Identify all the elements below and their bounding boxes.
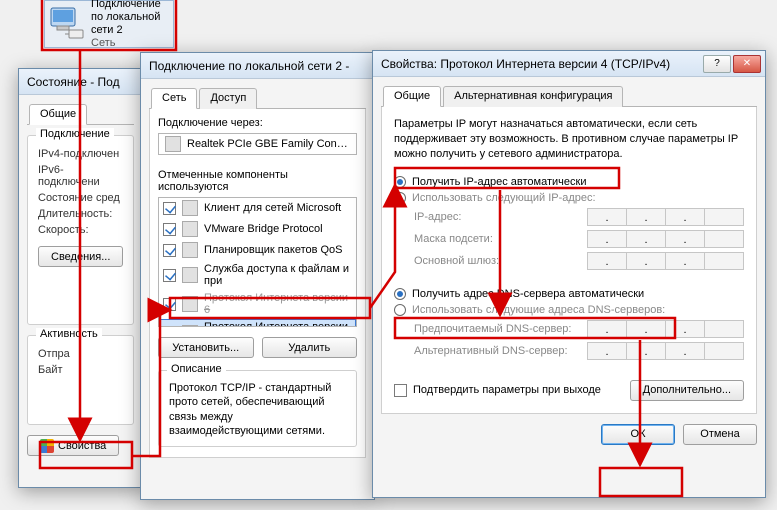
tab-alternative[interactable]: Альтернативная конфигурация bbox=[443, 86, 623, 107]
checkbox[interactable] bbox=[163, 327, 176, 328]
description-legend: Описание bbox=[167, 363, 226, 375]
dns2-field: ... bbox=[588, 342, 744, 360]
dns2-label: Альтернативный DNS-сервер: bbox=[414, 345, 582, 357]
speed-label: Скорость: bbox=[38, 224, 89, 236]
tab-general[interactable]: Общие bbox=[383, 86, 441, 107]
radio-dns-auto[interactable] bbox=[394, 288, 406, 300]
checkbox[interactable] bbox=[163, 202, 176, 215]
connection-sublabel: Сеть bbox=[91, 37, 171, 50]
list-item[interactable]: Протокол Интернета версии 6 bbox=[159, 290, 356, 319]
dns-manual-label: Использовать следующие адреса DNS-сервер… bbox=[412, 304, 665, 316]
ip-address-label: IP-адрес: bbox=[414, 211, 564, 223]
connection-icon bbox=[47, 4, 87, 44]
status-window: Состояние - Под Общие Подключение IPv4-п… bbox=[18, 68, 143, 488]
ip-manual-label: Использовать следующий IP-адрес: bbox=[412, 192, 596, 204]
duration-label: Длительность: bbox=[38, 208, 112, 220]
dns1-field: ... bbox=[588, 320, 744, 338]
remove-button[interactable]: Удалить bbox=[262, 337, 358, 358]
checkbox[interactable] bbox=[163, 298, 176, 311]
confirm-exit-checkbox[interactable] bbox=[394, 384, 407, 397]
connect-via-label: Подключение через: bbox=[158, 117, 357, 129]
service-icon bbox=[182, 221, 198, 237]
adapter-field[interactable]: Realtek PCIe GBE Family Controller # bbox=[158, 133, 357, 155]
advanced-button[interactable]: Дополнительно... bbox=[630, 380, 744, 401]
mask-label: Маска подсети: bbox=[414, 233, 564, 245]
status-titlebar[interactable]: Состояние - Под bbox=[19, 69, 142, 95]
status-title: Состояние - Под bbox=[27, 75, 138, 89]
connection-properties-window: Подключение по локальной сети 2 - Сеть Д… bbox=[140, 52, 375, 500]
checkbox[interactable] bbox=[163, 244, 176, 257]
network-connection-shortcut[interactable]: Подключение по локальной сети 2 Сеть bbox=[44, 0, 174, 48]
tab-access[interactable]: Доступ bbox=[199, 88, 257, 109]
install-button[interactable]: Установить... bbox=[158, 337, 254, 358]
details-button[interactable]: Сведения... bbox=[38, 246, 123, 267]
client-icon bbox=[182, 200, 198, 216]
media-label: Состояние сред bbox=[38, 192, 120, 204]
intro-text: Параметры IP могут назначаться автоматич… bbox=[394, 117, 744, 162]
connection-label: Подключение по локальной сети 2 bbox=[91, 0, 171, 37]
mask-field: ... bbox=[588, 230, 744, 248]
properties-button[interactable]: Свойства bbox=[27, 435, 119, 456]
gateway-field: ... bbox=[588, 252, 744, 270]
group-activity: Активность bbox=[36, 328, 102, 340]
components-list[interactable]: Клиент для сетей Microsoft VMware Bridge… bbox=[158, 197, 357, 327]
list-item[interactable]: Служба доступа к файлам и при bbox=[159, 261, 356, 290]
nic-icon bbox=[165, 136, 181, 152]
ip-address-field: ... bbox=[588, 208, 744, 226]
radio-ip-manual[interactable] bbox=[394, 192, 406, 204]
list-item[interactable]: Планировщик пакетов QoS bbox=[159, 240, 356, 261]
protocol-icon bbox=[182, 325, 198, 327]
close-button[interactable]: ✕ bbox=[733, 55, 761, 73]
checkbox[interactable] bbox=[163, 223, 176, 236]
cancel-button[interactable]: Отмена bbox=[683, 424, 757, 445]
list-item[interactable]: VMware Bridge Protocol bbox=[159, 219, 356, 240]
checkbox[interactable] bbox=[163, 269, 176, 282]
group-connection: Подключение bbox=[36, 128, 114, 140]
description-text: Протокол TCP/IP - стандартный прото сете… bbox=[169, 381, 346, 438]
ipv4-titlebar[interactable]: Свойства: Протокол Интернета версии 4 (T… bbox=[373, 51, 765, 77]
ok-button[interactable]: ОК bbox=[601, 424, 675, 445]
ip-auto-label: Получить IP-адрес автоматически bbox=[412, 176, 586, 188]
confirm-exit-label: Подтвердить параметры при выходе bbox=[413, 384, 601, 396]
sent-label: Отпра bbox=[38, 348, 70, 360]
help-button[interactable]: ? bbox=[703, 55, 731, 73]
list-item[interactable]: Клиент для сетей Microsoft bbox=[159, 198, 356, 219]
list-item-ipv4[interactable]: Протокол Интернета версии 4 ( bbox=[159, 319, 356, 327]
tab-general[interactable]: Общие bbox=[29, 104, 87, 125]
props-titlebar[interactable]: Подключение по локальной сети 2 - bbox=[141, 53, 374, 79]
ipv4-properties-window: Свойства: Протокол Интернета версии 4 (T… bbox=[372, 50, 766, 498]
radio-ip-auto[interactable] bbox=[394, 176, 406, 188]
shield-icon bbox=[40, 439, 54, 453]
protocol-icon bbox=[182, 296, 198, 312]
adapter-name: Realtek PCIe GBE Family Controller # bbox=[187, 138, 350, 150]
props-title: Подключение по локальной сети 2 - bbox=[149, 59, 370, 73]
ipv4-title: Свойства: Протокол Интернета версии 4 (T… bbox=[381, 57, 701, 71]
bytes-label: Байт bbox=[38, 364, 63, 376]
service-icon bbox=[182, 242, 198, 258]
dns-auto-label: Получить адрес DNS-сервера автоматически bbox=[412, 288, 644, 300]
gateway-label: Основной шлюз: bbox=[414, 255, 564, 267]
ipv6-label: IPv6-подключени bbox=[38, 164, 123, 188]
radio-dns-manual[interactable] bbox=[394, 304, 406, 316]
components-label: Отмеченные компоненты используются bbox=[158, 169, 357, 193]
tab-network[interactable]: Сеть bbox=[151, 88, 197, 109]
dns1-label: Предпочитаемый DNS-сервер: bbox=[414, 323, 582, 335]
ipv4-label: IPv4-подключен bbox=[38, 148, 119, 160]
service-icon bbox=[182, 267, 198, 283]
